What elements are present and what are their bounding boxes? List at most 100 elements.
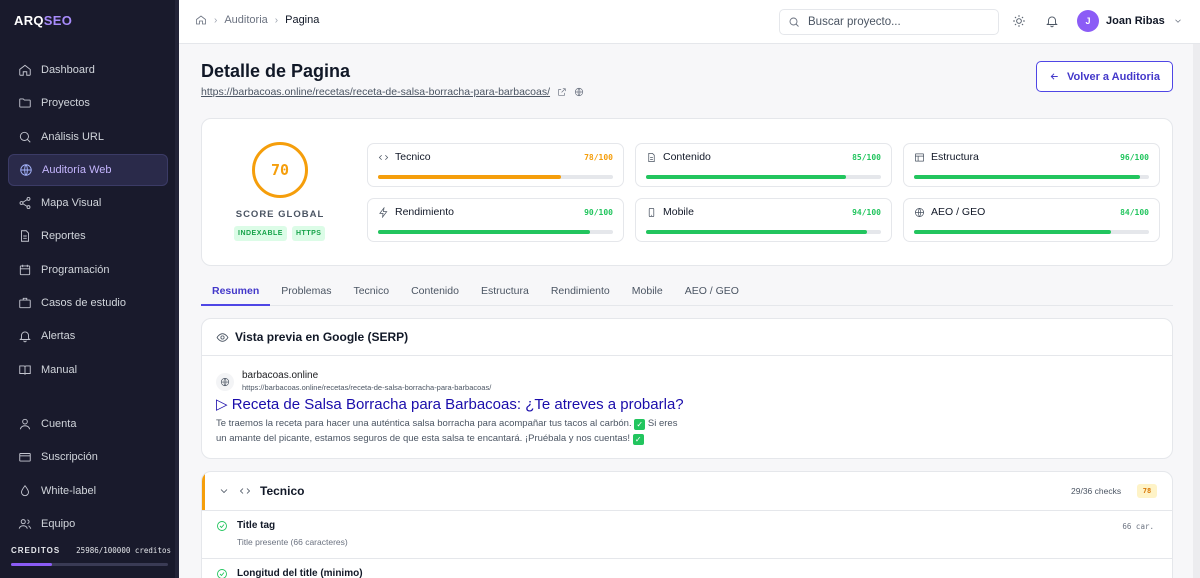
globe-icon — [915, 207, 924, 217]
sidebar-item-manual[interactable]: Manual — [8, 354, 168, 386]
tab-problemas[interactable]: Problemas — [270, 283, 342, 306]
app-logo[interactable]: ARQSEO — [14, 13, 72, 28]
sidebar-item-label: Dashboard — [41, 64, 95, 76]
globe-icon[interactable] — [574, 87, 584, 97]
check-detail: Title presente (66 caracteres) — [237, 537, 348, 547]
sidebar-item-mapa-visual[interactable]: Mapa Visual — [8, 187, 168, 219]
metric-contenido[interactable]: Contenido 85/100 — [635, 143, 892, 187]
check-value: 66 car. — [1122, 522, 1154, 531]
check-circle-icon — [217, 521, 227, 531]
external-link-icon[interactable] — [557, 87, 567, 97]
serp-preview-card: Vista previa en Google (SERP) barbacoas.… — [201, 318, 1173, 459]
page-url-link[interactable]: https://barbacoas.online/recetas/receta-… — [201, 86, 550, 98]
metric-name: Contenido — [663, 151, 711, 163]
check-name: Longitud del title (minimo) — [237, 568, 363, 578]
credits-info: CREDITOS 25986/100000 creditos — [11, 546, 171, 555]
metric-name: Mobile — [663, 206, 694, 218]
metric-progress — [914, 230, 1149, 234]
tab-rendimiento[interactable]: Rendimiento — [540, 283, 621, 306]
check-mark-icon: ✓ — [632, 434, 644, 445]
metric-mobile[interactable]: Mobile 94/100 — [635, 198, 892, 242]
tecnico-section-title: Tecnico — [260, 484, 305, 498]
metric-estructura[interactable]: Estructura 96/100 — [903, 143, 1160, 187]
metric-progress-fill — [914, 230, 1112, 234]
check-circle-icon — [217, 569, 227, 578]
serp-url: https://barbacoas.online/recetas/receta-… — [242, 383, 492, 392]
sidebar-item-label: Proyectos — [41, 97, 90, 110]
tab-resumen[interactable]: Resumen — [201, 283, 271, 306]
metric-score: 90/100 — [584, 208, 613, 217]
sidebar-item-label: Mapa Visual — [41, 197, 102, 210]
metric-name: AEO / GEO — [931, 206, 986, 218]
chevron-down-icon — [1174, 19, 1181, 23]
divider — [202, 355, 1172, 356]
metric-score: 78/100 — [584, 153, 613, 162]
sun-icon[interactable] — [1012, 14, 1026, 28]
serp-site-name: barbacoas.online — [242, 370, 319, 381]
metric-name: Estructura — [931, 151, 979, 163]
divider — [202, 510, 1172, 511]
breadcrumb-item-auditoria[interactable]: Auditoria — [224, 14, 267, 26]
metric-rendimiento[interactable]: Rendimiento 90/100 — [367, 198, 624, 242]
check-mark-icon: ✓ — [634, 419, 646, 430]
sidebar-item-analisis-url[interactable]: Análisis URL — [8, 121, 168, 153]
breadcrumb-separator: › — [214, 14, 218, 26]
main-scrollbar[interactable] — [1193, 44, 1200, 578]
metric-progress — [914, 175, 1149, 179]
tecnico-section-header[interactable]: Tecnico — [218, 484, 304, 498]
globe-icon — [220, 377, 230, 387]
user-name: Joan Ribas — [1106, 15, 1165, 27]
user-menu[interactable]: J Joan Ribas — [1077, 10, 1183, 32]
metric-tecnico[interactable]: Tecnico 78/100 — [367, 143, 624, 187]
sidebar-item-cuenta[interactable]: Cuenta — [8, 408, 168, 440]
tab-mobile[interactable]: Mobile — [621, 283, 674, 306]
sidebar-item-label: Cuenta — [41, 418, 77, 430]
tab-aeo-geo[interactable]: AEO / GEO — [674, 283, 750, 306]
sidebar-item-label: Análisis URL — [41, 130, 104, 143]
sidebar-scrollbar[interactable] — [175, 0, 179, 578]
sidebar-item-dashboard[interactable]: Dashboard — [8, 54, 168, 86]
metric-name: Rendimiento — [395, 206, 454, 218]
team-icon — [18, 519, 32, 529]
folder-icon — [19, 98, 31, 108]
bell-icon[interactable] — [1045, 14, 1059, 28]
user-icon — [19, 418, 31, 430]
metric-aeo-geo[interactable]: AEO / GEO 84/100 — [903, 198, 1160, 242]
check-name: Title tag — [237, 520, 276, 531]
eye-icon — [216, 332, 229, 342]
metric-progress-fill — [646, 175, 846, 179]
metric-score: 85/100 — [852, 153, 881, 162]
sidebar-item-suscripcion[interactable]: Suscripción — [8, 441, 168, 473]
tab-estructura[interactable]: Estructura — [470, 283, 540, 306]
sidebar-item-proyectos[interactable]: Proyectos — [8, 87, 168, 119]
credits-progress-fill — [11, 563, 52, 566]
phone-icon — [648, 207, 655, 217]
page-url: https://barbacoas.online/recetas/receta-… — [201, 86, 584, 98]
sidebar-item-casos-de-estudio[interactable]: Casos de estudio — [8, 287, 168, 319]
metric-progress-fill — [646, 230, 867, 234]
sidebar-item-white-label[interactable]: White-label — [8, 475, 168, 507]
tab-tecnico[interactable]: Tecnico — [342, 283, 400, 306]
metric-progress — [646, 175, 881, 179]
chevron-down-icon — [220, 489, 228, 494]
sidebar-item-equipo[interactable]: Equipo — [8, 508, 168, 540]
credits-label: CREDITOS — [11, 546, 61, 555]
search-box[interactable] — [779, 9, 999, 35]
search-icon — [789, 17, 799, 27]
sidebar-item-programacion[interactable]: Programación — [8, 254, 168, 286]
sidebar-item-alertas[interactable]: Alertas — [8, 320, 168, 352]
tab-contenido[interactable]: Contenido — [400, 283, 470, 306]
back-to-audit-button[interactable]: Volver a Auditoria — [1036, 61, 1173, 92]
sidebar-item-reportes[interactable]: Reportes — [8, 220, 168, 252]
search-input[interactable] — [808, 16, 988, 28]
metric-score: 94/100 — [852, 208, 881, 217]
home-icon[interactable] — [195, 14, 207, 26]
file-icon — [648, 152, 655, 162]
metric-progress — [646, 230, 881, 234]
sidebar-item-auditoria-web[interactable]: Auditoría Web — [8, 153, 168, 186]
metric-progress — [378, 230, 613, 234]
code-icon — [378, 154, 389, 160]
metric-score: 84/100 — [1120, 208, 1149, 217]
page-title: Detalle de Pagina — [201, 61, 351, 81]
sidebar-item-label: Suscripción — [41, 451, 98, 464]
